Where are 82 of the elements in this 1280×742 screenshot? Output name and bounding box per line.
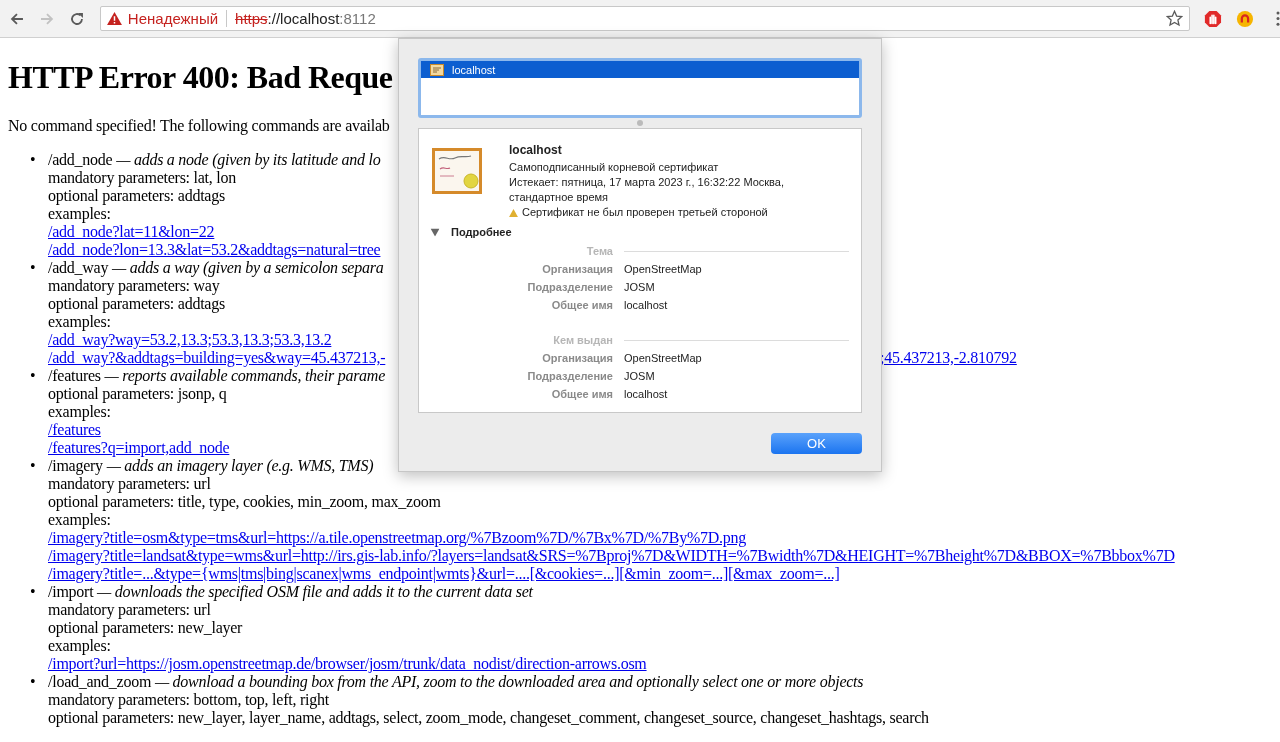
parameter-text: optional parameters: jsonp, q [48, 385, 227, 402]
bullet-mark: • [30, 259, 36, 277]
field-value: OpenStreetMap [624, 352, 702, 364]
menu-icon[interactable] [1276, 11, 1280, 26]
example-link[interactable]: /add_node?lon=13.3&lat=53.2&addtags=natural=tree [48, 241, 381, 258]
command-description: — adds an imagery layer (e.g. WMS, TMS) [106, 457, 374, 474]
example-link[interactable]: /features [48, 421, 101, 438]
example-link[interactable]: /add_way?&addtags=building=yes&way=45.437213,- [48, 349, 386, 366]
parameter-text: mandatory parameters: way [48, 277, 220, 294]
stop-hand-icon[interactable] [1204, 9, 1223, 28]
section-heading: Кем выдан [552, 334, 613, 346]
warning-text: Сертификат не был проверен третьей стороной [522, 205, 768, 220]
url-port: :8112 [339, 10, 376, 27]
example-link[interactable]: /imagery?title=landsat&type=wms&url=http://irs.gis-lab.info/?layers=landsat&SRS=%7Bproj%7D&WIDTH=%7Bwidth%7D&HEIGHT=%7Bheight%7D&BBOX=%7Bbbox%7D [48, 547, 1175, 564]
star-icon[interactable] [1166, 10, 1184, 27]
security-label: Ненадежный [127, 10, 219, 27]
reload-icon[interactable] [68, 10, 85, 27]
parameter-text: examples: [48, 403, 111, 420]
command-name: /add_node [48, 151, 113, 168]
disclosure-triangle-icon[interactable] [430, 228, 440, 236]
command-name: /add_way [48, 259, 109, 276]
field-label: Организация [541, 263, 613, 275]
field-value: OpenStreetMap [624, 263, 702, 275]
warning-icon [106, 12, 122, 25]
details-disclosure[interactable]: Подробнее [431, 224, 521, 240]
field-value: JOSM [624, 281, 655, 293]
field-label: Подразделение [526, 370, 613, 382]
parameter-text: optional parameters: addtags [48, 187, 225, 204]
example-link[interactable]: /add_way?way=53.2,13.3;53.3,13.3;53.3,13.2 [48, 331, 332, 348]
bullet-mark: • [30, 151, 36, 169]
command-description: — adds a node (given by its latitude and lo [116, 151, 381, 168]
certificate-icon [430, 63, 444, 76]
section-heading: Тема [585, 245, 613, 257]
parameter-text: mandatory parameters: url [48, 601, 211, 618]
example-link[interactable]: /add_node?lat=11&lon=22 [48, 223, 215, 240]
example-link[interactable]: /imagery?title=...&type={wms|tms|bing|scanex|wms_endpoint|wmts}&url=....[&cookies=...][&min_zoom=...][&max_zoom=...] [48, 565, 840, 582]
bullet-mark: • [30, 673, 36, 691]
page-heading: HTTP Error 400: Bad Reque [8, 59, 393, 96]
parameter-text: examples: [48, 637, 111, 654]
certificate-name: localhost [509, 143, 563, 158]
example-link[interactable]: /features?q=import,add_node [48, 439, 230, 456]
url-host: ://localhost [267, 10, 340, 27]
command-name: /imagery [48, 457, 103, 474]
parameter-text: mandatory parameters: bottom, top, left, right [48, 691, 329, 708]
expiry-text: Истекает: пятница, 17 марта 2023 г., 16:32:22 Москва, стандартное время [509, 175, 785, 205]
field-label: Общее имя [550, 388, 613, 400]
bullet-mark: • [30, 457, 36, 475]
parameter-text: optional parameters: title, type, cookies, min_zoom, max_zoom [48, 493, 441, 510]
command-name: /features [48, 367, 101, 384]
command-description: — download a bounding box from the API, zoom to the downloaded area and optionally select one or more objects [154, 673, 864, 690]
field-value: localhost [624, 299, 668, 311]
field-label: Организация [541, 352, 613, 364]
command-name: /load_and_zoom [48, 673, 152, 690]
address-bar[interactable]: Ненадежный https://localhost:8112 [99, 6, 1191, 31]
parameter-text: examples: [48, 313, 111, 330]
example-link[interactable]: /import?url=https://josm.openstreetmap.de/browser/josm/trunk/data_nodist/direction-arrows.osm [48, 655, 647, 672]
field-label: Подразделение [526, 281, 613, 293]
intro-text: No command specified! The following commands are availab [8, 117, 390, 135]
command-name: /import [48, 583, 94, 600]
parameter-text: optional parameters: addtags [48, 295, 225, 312]
bullet-mark: • [30, 583, 36, 601]
parameter-text: mandatory parameters: lat, lon [48, 169, 236, 186]
parameter-text: optional parameters: new_layer, layer_name, addtags, select, zoom_mode, changeset_comment, changeset_source, changeset_hashtags, search [48, 709, 929, 726]
magnet-icon[interactable] [1236, 9, 1255, 28]
parameter-text: examples: [48, 511, 111, 528]
command-description: — downloads the specified OSM file and adds it to the current data set [97, 583, 533, 600]
example-link[interactable]: ;45.437213,-2.810792 [880, 349, 1017, 367]
command-description: — reports available commands, their parame [104, 367, 385, 384]
field-label: Общее имя [550, 299, 613, 311]
certificate-type: Самоподписанный корневой сертификат [509, 160, 720, 175]
bullet-mark: • [30, 367, 36, 385]
url-scheme: https [235, 10, 268, 27]
parameter-text: optional parameters: new_layer [48, 619, 243, 636]
warning-icon [509, 208, 518, 217]
field-value: localhost [624, 388, 668, 400]
field-value: JOSM [624, 370, 655, 382]
certificate-list-item[interactable]: localhost [421, 61, 859, 78]
parameter-text: mandatory parameters: url [48, 475, 211, 492]
certificate-icon [431, 145, 483, 197]
parameter-text: examples: [48, 205, 111, 222]
command-description: — adds a way (given by a semicolon separa [111, 259, 384, 276]
example-link[interactable]: /imagery?title=osm&type=tms&url=https://a.tile.openstreetmap.org/%7Bzoom%7D/%7Bx%7D/%7By%7D.png [48, 529, 747, 546]
